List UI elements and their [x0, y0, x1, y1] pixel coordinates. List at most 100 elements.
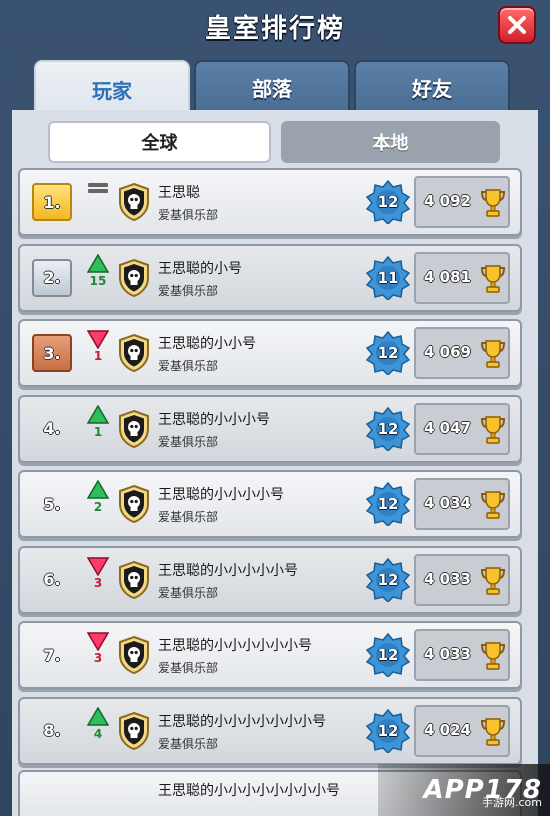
rank-down-icon: [87, 330, 109, 349]
clan-name: 爱基俱乐部: [158, 585, 219, 600]
trophy-icon: [480, 642, 506, 670]
player-level: 12: [366, 633, 410, 677]
watermark-domain: .com: [515, 796, 542, 809]
rank-badge: 2.: [32, 258, 72, 297]
rank-change-value: 3: [93, 651, 103, 665]
rank-change-value: 2: [93, 500, 103, 514]
rank-badge: 7.: [43, 645, 61, 665]
list-item[interactable]: 3. 1 王思聪的小小号 爱基俱乐部 12 4 069: [18, 319, 522, 387]
trophy-count-box: 4 092: [414, 176, 510, 228]
ranking-list[interactable]: 1. 王思聪 爱基俱乐部 12 4 092 2. 15 王思聪的小号 爱基俱乐部 11 4 081 3…: [18, 168, 522, 772]
close-button[interactable]: [498, 6, 536, 44]
clan-name: 爱基俱乐部: [158, 208, 219, 222]
level-value: 12: [377, 193, 399, 211]
clan-badge-icon: [119, 182, 149, 222]
rank-badge: 8.: [43, 721, 61, 740]
trophy-icon: [480, 491, 506, 519]
player-level: 12: [366, 557, 410, 602]
trophy-count: 4 092: [424, 192, 471, 210]
rank-change-value: 4: [93, 726, 103, 741]
trophy-count-box: 4 034: [414, 478, 510, 530]
level-value: 12: [377, 419, 399, 438]
trophy-count: 4 047: [424, 418, 471, 437]
trophy-count: 4 081: [424, 267, 471, 286]
player-name: 王思聪的小小小小小小小小号: [158, 783, 340, 799]
trophy-icon: [480, 189, 506, 217]
clan-name: 爱基俱乐部: [158, 510, 219, 524]
list-item[interactable]: 8. 4 王思聪的小小小小小小小号 爱基俱乐部 12 4 024: [18, 696, 522, 765]
level-value: 12: [377, 344, 399, 362]
main-tabs: 玩家 部落 好友: [34, 60, 510, 116]
rank-badge: 5.: [43, 494, 61, 514]
rank-badge: 1.: [32, 183, 72, 221]
clan-badge-icon: [119, 333, 149, 373]
rank-change: [86, 178, 110, 228]
trophy-count: 4 033: [424, 645, 471, 663]
list-item[interactable]: 5. 2 王思聪的小小小小号 爱基俱乐部 12 4 034: [18, 470, 522, 538]
rank-up-icon: [87, 480, 109, 499]
rank-change: 4: [86, 706, 110, 757]
rank-change: 3: [86, 556, 110, 606]
scope-tabs: 全球 本地: [48, 121, 500, 163]
trophy-count-box: 4 024: [414, 704, 510, 757]
rank-change: 1: [86, 329, 110, 379]
rank-change-value: 15: [89, 273, 107, 288]
player-name: 王思聪的小小小小小号: [158, 562, 298, 579]
rank-up-icon: [87, 253, 109, 273]
level-value: 12: [377, 495, 399, 513]
list-item[interactable]: 6. 3 王思聪的小小小小小号 爱基俱乐部 12 4 033: [18, 545, 522, 614]
list-item[interactable]: 2. 15 王思聪的小号 爱基俱乐部 11 4 081: [18, 243, 522, 312]
clan-name: 爱基俱乐部: [158, 283, 219, 298]
rank-badge: 4.: [43, 419, 61, 438]
clan-name: 爱基俱乐部: [158, 434, 219, 449]
list-item[interactable]: 7. 3 王思聪的小小小小小小号 爱基俱乐部 12 4 033: [18, 621, 522, 689]
player-name: 王思聪的小小小小号: [158, 487, 284, 503]
player-name: 王思聪的小小号: [158, 336, 256, 352]
rank-badge: 6.: [43, 570, 61, 589]
clan-badge-icon: [119, 409, 149, 448]
player-level: 12: [366, 331, 410, 375]
player-name: 王思聪的小号: [158, 260, 242, 277]
page-title: 皇室排行榜: [204, 14, 345, 44]
clan-badge-icon: [119, 635, 149, 675]
clan-badge-icon: [119, 711, 149, 750]
trophy-icon: [480, 566, 506, 595]
clan-name: 爱基俱乐部: [158, 359, 219, 373]
player-name: 王思聪: [158, 185, 200, 201]
player-level: 12: [366, 406, 410, 451]
trophy-icon: [480, 415, 506, 444]
rank-change-value: 1: [93, 349, 103, 363]
trophy-count: 4 034: [424, 494, 471, 512]
tab-players[interactable]: 玩家: [34, 60, 190, 116]
trophy-count: 4 069: [424, 343, 471, 361]
player-level: 12: [366, 482, 410, 526]
clan-badge-icon: [119, 484, 149, 524]
level-value: 12: [377, 721, 399, 740]
trophy-count-box: 4 047: [414, 402, 510, 455]
close-icon: [508, 16, 526, 34]
clan-name: 爱基俱乐部: [158, 661, 219, 675]
tab-clans[interactable]: 部落: [194, 60, 350, 112]
watermark-sub-text: 手游网: [482, 796, 515, 809]
rank-same-icon: [88, 183, 108, 193]
player-level: 11: [366, 255, 410, 300]
level-value: 11: [377, 268, 399, 287]
subtab-global[interactable]: 全球: [48, 121, 271, 163]
watermark-sub: 手游网.com: [482, 794, 542, 810]
trophy-count-box: 4 069: [414, 327, 510, 379]
trophy-icon: [480, 717, 506, 746]
rank-up-icon: [87, 404, 109, 424]
trophy-icon: [480, 340, 506, 368]
tab-friends[interactable]: 好友: [354, 60, 510, 112]
trophy-count: 4 024: [424, 720, 471, 739]
subtab-local[interactable]: 本地: [281, 121, 500, 163]
trophy-count-box: 4 033: [414, 629, 510, 681]
player-level: 12: [366, 708, 410, 753]
trophy-icon: [480, 264, 506, 293]
list-item[interactable]: 1. 王思聪爱基俱乐部 12 4 092: [18, 168, 522, 236]
trophy-count-box: 4 033: [414, 553, 510, 606]
rank-change-value: 1: [93, 424, 103, 439]
list-item[interactable]: 4. 1 王思聪的小小小号 爱基俱乐部 12 4 047: [18, 394, 522, 463]
trophy-count-box: 4 081: [414, 251, 510, 304]
rank-change: 3: [86, 631, 110, 681]
